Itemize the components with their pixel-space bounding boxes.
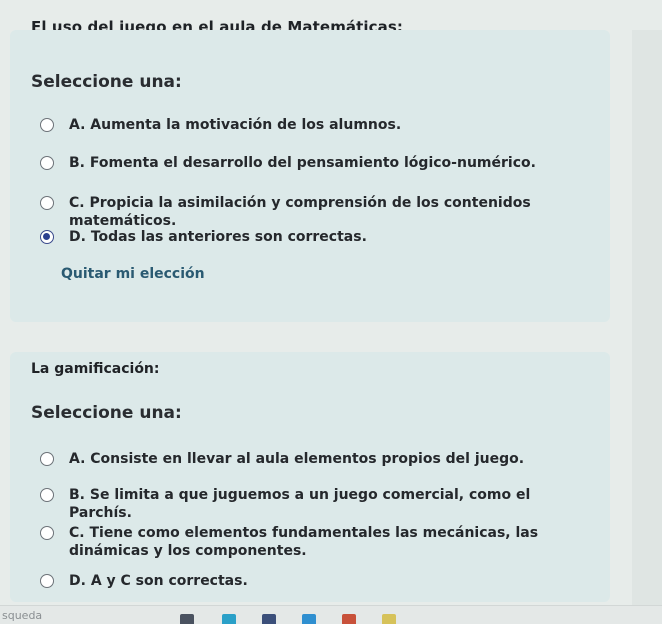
- option-label: D. Todas las anteriores son correctas.: [69, 229, 367, 245]
- option-label: B. Se limita a que juguemos a un juego c…: [69, 487, 531, 521]
- question2-prompt: Seleccione una:: [31, 403, 182, 423]
- clear-choice-link[interactable]: Quitar mi elección: [61, 266, 205, 282]
- option-label: A. Consiste en llevar al aula elementos …: [69, 451, 525, 467]
- question1-option-a[interactable]: A. Aumenta la motivación de los alumnos.: [40, 116, 401, 134]
- question1-prompt: Seleccione una:: [31, 72, 182, 92]
- radio-button[interactable]: [40, 196, 54, 210]
- radio-button-selected[interactable]: [40, 230, 54, 244]
- question2-option-d[interactable]: D. A y C son correctas.: [40, 572, 248, 590]
- radio-button[interactable]: [40, 526, 54, 540]
- question1-answer-panel: Seleccione una: A. Aumenta la motivación…: [10, 30, 610, 322]
- scrollbar-area[interactable]: [632, 30, 662, 605]
- question2-card: La gamiﬁcación: Seleccione una: A. Consi…: [10, 352, 610, 602]
- radio-button[interactable]: [40, 574, 54, 588]
- quiz-page: El uso del juego en el aula de Matemátic…: [0, 0, 662, 624]
- question1-option-b[interactable]: B. Fomenta el desarrollo del pensamiento…: [40, 154, 536, 172]
- taskbar: squeda: [0, 605, 662, 624]
- radio-button[interactable]: [40, 452, 54, 466]
- question1-option-d[interactable]: D. Todas las anteriores son correctas.: [40, 228, 367, 246]
- question2-title: La gamiﬁcación:: [31, 361, 160, 377]
- radio-button[interactable]: [40, 156, 54, 170]
- radio-button[interactable]: [40, 488, 54, 502]
- option-label: D. A y C son correctas.: [69, 573, 248, 589]
- question1-option-c[interactable]: C. Propicia la asimilación y comprensión…: [40, 194, 589, 230]
- option-label: C. Tiene como elementos fundamentales la…: [69, 525, 539, 559]
- taskbar-search-text[interactable]: squeda: [2, 609, 42, 622]
- option-label: A. Aumenta la motivación de los alumnos.: [69, 117, 402, 133]
- option-label: C. Propicia la asimilación y comprensión…: [69, 195, 531, 229]
- option-label: B. Fomenta el desarrollo del pensamiento…: [69, 155, 536, 171]
- radio-button[interactable]: [40, 118, 54, 132]
- question2-option-a[interactable]: A. Consiste en llevar al aula elementos …: [40, 450, 524, 468]
- question2-option-b[interactable]: B. Se limita a que juguemos a un juego c…: [40, 486, 589, 522]
- question2-option-c[interactable]: C. Tiene como elementos fundamentales la…: [40, 524, 589, 560]
